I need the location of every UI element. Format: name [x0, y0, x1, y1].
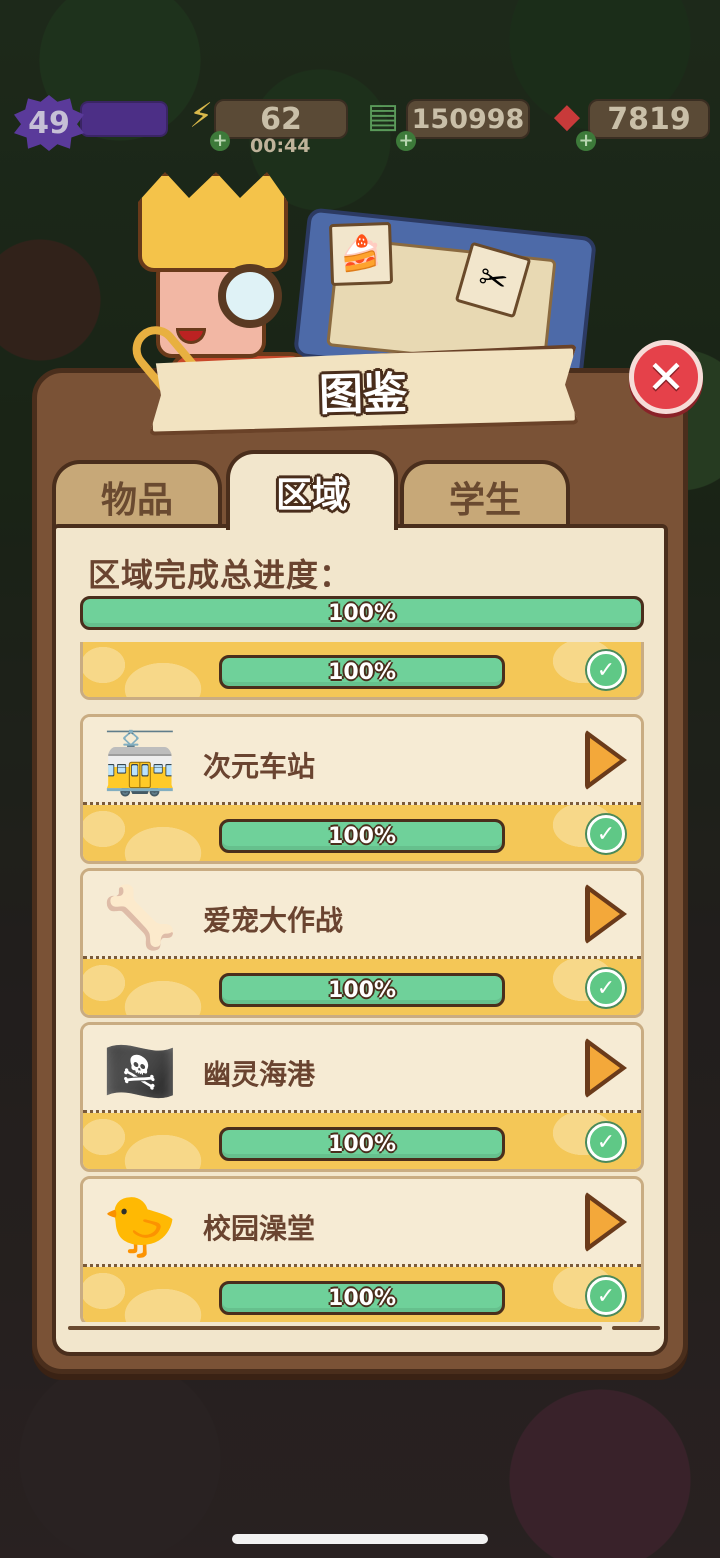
energy-counter[interactable]: 62: [214, 99, 348, 139]
scrollbar-segment: [612, 1326, 660, 1330]
mascot-hat: [138, 172, 288, 272]
zone-name: 次元车站: [203, 750, 316, 783]
tab-students-label: 学生: [448, 480, 521, 521]
open-zone-arrow-icon[interactable]: [585, 729, 627, 791]
magnifier-icon: [218, 264, 282, 328]
complete-check-icon: ✓: [587, 815, 625, 853]
complete-check-icon: ✓: [587, 969, 625, 1007]
overall-progress-bar: 100%: [80, 596, 644, 630]
zone-progress-text: 100%: [328, 659, 396, 685]
level-badge[interactable]: 49: [14, 95, 84, 151]
add-cash-icon[interactable]: +: [396, 131, 416, 151]
train-station-icon: 🚋: [102, 728, 178, 799]
tab-items[interactable]: 物品: [52, 460, 222, 530]
complete-check-icon: ✓: [587, 651, 625, 689]
zone-progress-bar: 100%: [219, 973, 505, 1007]
zone-name: 幽灵海港: [203, 1058, 316, 1091]
zone-progress-text: 100%: [328, 977, 396, 1003]
zone-progress-text: 100%: [328, 1131, 396, 1157]
energy-timer: 00:44: [250, 135, 311, 157]
zone-card-header: 🐤 校园澡堂: [83, 1179, 641, 1267]
zone-card-header: 🏴‍☠️ 幽灵海港: [83, 1025, 641, 1113]
zone-progress-text: 100%: [328, 823, 396, 849]
gem-counter[interactable]: 7819: [588, 99, 710, 139]
zone-card-footer: 100% ✓: [83, 642, 641, 697]
add-gem-icon[interactable]: +: [576, 131, 596, 151]
close-icon: ✕: [646, 350, 686, 404]
tab-zones-label: 区域: [275, 475, 348, 516]
open-zone-arrow-icon[interactable]: [585, 1191, 627, 1253]
level-progress-bar: [80, 101, 168, 137]
add-energy-icon[interactable]: +: [210, 131, 230, 151]
level-value: 49: [28, 105, 70, 141]
zone-card-pet-battle[interactable]: 🦴 爱宠大作战 100% ✓: [80, 868, 644, 1018]
zone-progress-bar: 100%: [219, 819, 505, 853]
zone-progress-bar: 100%: [219, 1281, 505, 1315]
dog-bone-icon: 🦴: [102, 882, 178, 953]
zone-card-footer: 100% ✓: [83, 959, 641, 1015]
cash-value: 150998: [411, 103, 525, 135]
zone-card-train-station[interactable]: 🚋 次元车站 100% ✓: [80, 714, 644, 864]
zone-name: 爱宠大作战: [203, 904, 344, 937]
cash-counter[interactable]: 150998: [406, 99, 530, 139]
complete-check-icon: ✓: [587, 1123, 625, 1161]
zone-card-campus-bathhouse[interactable]: 🐤 校园澡堂 100% ✓: [80, 1176, 644, 1322]
complete-check-icon: ✓: [587, 1277, 625, 1315]
zone-card-header: 🚋 次元车站: [83, 717, 641, 805]
gem-value: 7819: [607, 101, 691, 137]
zone-card-header: 🦴 爱宠大作战: [83, 871, 641, 959]
home-indicator[interactable]: [232, 1534, 488, 1544]
zone-card[interactable]: ◆ 100% ✓: [80, 642, 644, 700]
overall-progress-label: 区域完成总进度：: [88, 556, 353, 594]
horizontal-scrollbar[interactable]: [68, 1326, 602, 1330]
zone-list[interactable]: ◆ 100% ✓ 🚋 次元车站 100% ✓: [78, 642, 648, 1322]
zone-card-footer: 100% ✓: [83, 1113, 641, 1169]
energy-value: 62: [260, 101, 302, 137]
zone-progress-bar: 100%: [219, 655, 505, 689]
tab-items-label: 物品: [100, 480, 173, 521]
zone-card-footer: 100% ✓: [83, 1267, 641, 1322]
zone-card-ghost-harbor[interactable]: 🏴‍☠️ 幽灵海港 100% ✓: [80, 1022, 644, 1172]
zone-name: 校园澡堂: [203, 1212, 316, 1245]
zone-progress-text: 100%: [328, 1285, 396, 1311]
zones-content: 区域完成总进度： 100% ◆ 100% ✓ 🚋 次元车站: [52, 524, 668, 1356]
tab-zones[interactable]: 区域: [226, 450, 398, 530]
close-button[interactable]: ✕: [629, 340, 703, 414]
open-zone-arrow-icon[interactable]: [585, 1037, 627, 1099]
open-zone-arrow-icon[interactable]: [585, 883, 627, 945]
top-hud: 49 62 ⚡ + 00:44 150998 ▤ + 7819 ◆ +: [0, 95, 720, 157]
pirate-hat-icon: 🏴‍☠️: [102, 1036, 178, 1107]
panel-title: 图鉴: [318, 367, 408, 422]
pinned-cake-icon: 🍰: [328, 221, 394, 287]
zone-progress-bar: 100%: [219, 1127, 505, 1161]
zone-card-footer: 100% ✓: [83, 805, 641, 861]
overall-progress-text: 100%: [328, 600, 396, 626]
tab-students[interactable]: 学生: [400, 460, 570, 530]
rubber-duck-icon: 🐤: [102, 1190, 178, 1261]
